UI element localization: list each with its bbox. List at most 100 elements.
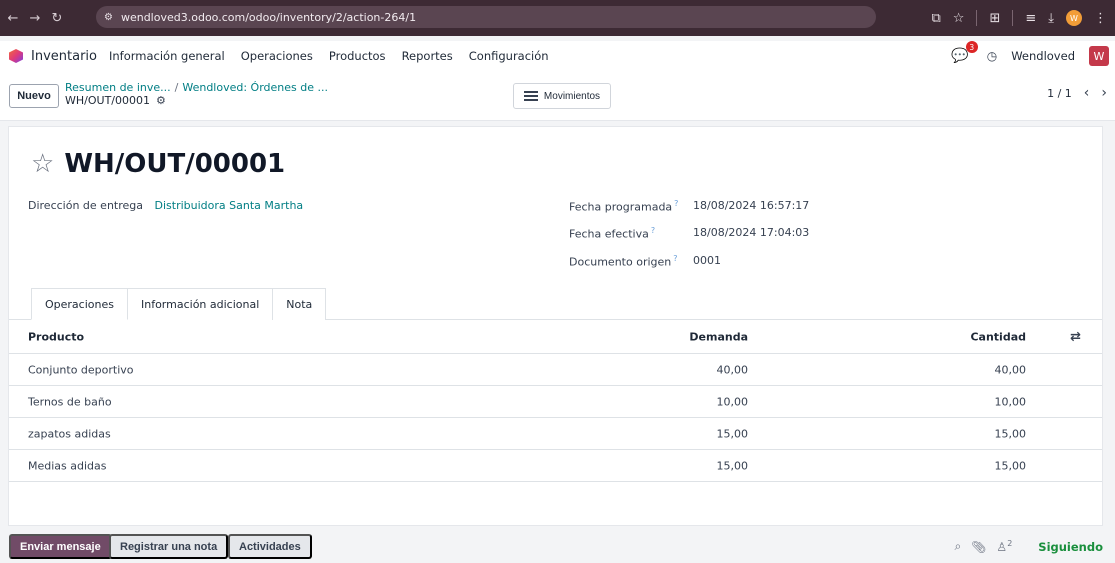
messaging-icon[interactable]: 💬 3 bbox=[951, 41, 978, 64]
table-header: Producto Demanda Cantidad ⇄ bbox=[9, 320, 1102, 354]
cell-demand: 10,00 bbox=[716, 395, 749, 408]
delivery-address-link[interactable]: Distribuidora Santa Martha bbox=[155, 199, 304, 212]
following-button[interactable]: Siguiendo bbox=[1038, 540, 1103, 554]
help-tooltip-icon[interactable]: ? bbox=[651, 226, 655, 235]
user-avatar[interactable]: W bbox=[1089, 46, 1109, 66]
table-row[interactable]: Ternos de baño 10,00 10,00 bbox=[9, 386, 1102, 418]
browser-toolbar: ← → ↻ ⚙ wendloved3.odoo.com/odoo/invento… bbox=[0, 0, 1115, 36]
download-icon[interactable]: ⤓ bbox=[1048, 11, 1054, 26]
effective-date-field: Fecha efectiva? bbox=[569, 226, 655, 241]
chevron-right-icon[interactable]: › bbox=[1101, 85, 1107, 101]
cell-quantity: 10,00 bbox=[994, 395, 1027, 408]
company-switcher[interactable]: Wendloved bbox=[1011, 49, 1075, 63]
scheduled-date-field: Fecha programada? bbox=[569, 199, 678, 214]
table-row[interactable]: Conjunto deportivo 40,00 40,00 bbox=[9, 354, 1102, 386]
app-name[interactable]: Inventario bbox=[31, 49, 97, 64]
url-text: wendloved3.odoo.com/odoo/inventory/2/act… bbox=[120, 10, 417, 24]
scheduled-date-value[interactable]: 18/08/2024 16:57:17 bbox=[693, 199, 809, 212]
page-title: WH/OUT/00001 bbox=[64, 149, 286, 179]
favorite-star-icon[interactable]: ☆ bbox=[31, 151, 54, 177]
tab-additional-info[interactable]: Información adicional bbox=[126, 288, 274, 320]
more-menu-icon[interactable]: ⋮ bbox=[1094, 11, 1107, 26]
browser-nav: ← → ↻ bbox=[2, 11, 68, 26]
cell-demand: 15,00 bbox=[716, 427, 749, 440]
main-menu: Información general Operaciones Producto… bbox=[109, 49, 549, 63]
cell-product: Conjunto deportivo bbox=[28, 363, 134, 376]
browser-actions: ⧉ ☆ ⊞ ≡ ⤓ W ⋮ bbox=[931, 0, 1115, 36]
list-icon bbox=[523, 91, 538, 101]
operations-table: Producto Demanda Cantidad ⇄ Conjunto dep… bbox=[9, 320, 1102, 482]
tab-note[interactable]: Nota bbox=[272, 288, 327, 320]
reload-icon[interactable]: ↻ bbox=[46, 11, 68, 26]
profile-avatar[interactable]: W bbox=[1066, 10, 1082, 26]
help-tooltip-icon[interactable]: ? bbox=[673, 254, 677, 263]
followers-button[interactable]: ♙2 bbox=[996, 539, 1012, 554]
origin-document-label: Documento origen bbox=[569, 255, 672, 269]
table-row[interactable]: zapatos adidas 15,00 15,00 bbox=[9, 418, 1102, 450]
chatter-tools: ⌕ 📎︎ ♙2 Siguiendo bbox=[954, 534, 1103, 559]
origin-document-field: Documento origen? bbox=[569, 254, 678, 269]
current-record-name: WH/OUT/00001 bbox=[65, 94, 150, 107]
scheduled-date-label: Fecha programada bbox=[569, 200, 673, 214]
person-icon: ♙ bbox=[996, 540, 1008, 554]
back-icon[interactable]: ← bbox=[2, 11, 24, 26]
message-count-badge: 3 bbox=[965, 41, 978, 53]
menu-item-configuration[interactable]: Configuración bbox=[469, 49, 549, 63]
activity-clock-icon[interactable]: ◷ bbox=[987, 49, 997, 63]
effective-date-text: 18/08/2024 17:04:03 bbox=[693, 226, 810, 239]
title-row: ☆ WH/OUT/00001 bbox=[31, 149, 285, 179]
chevron-left-icon[interactable]: ‹ bbox=[1084, 85, 1090, 101]
menu-item-operations[interactable]: Operaciones bbox=[241, 49, 313, 63]
cell-product: Medias adidas bbox=[28, 459, 107, 472]
help-tooltip-icon[interactable]: ? bbox=[674, 199, 678, 208]
breadcrumb-item-summary[interactable]: Resumen de inve... bbox=[65, 81, 171, 94]
moves-button[interactable]: Movimientos bbox=[513, 83, 611, 109]
tab-operations[interactable]: Operaciones bbox=[31, 288, 128, 320]
origin-document-text: 0001 bbox=[693, 254, 721, 267]
delivery-address-label: Dirección de entrega bbox=[28, 199, 143, 212]
search-icon[interactable]: ⌕ bbox=[954, 539, 961, 554]
menu-item-products[interactable]: Productos bbox=[329, 49, 386, 63]
chatter-bar: Enviar mensaje Registrar una nota Activi… bbox=[0, 530, 1115, 563]
form-sheet: ☆ WH/OUT/00001 Dirección de entrega Dist… bbox=[8, 126, 1103, 526]
odoo-navbar: Inventario Información general Operacion… bbox=[0, 41, 1115, 71]
breadcrumb-separator: / bbox=[174, 81, 179, 94]
bookmark-star-icon[interactable]: ☆ bbox=[953, 11, 965, 26]
cell-quantity: 40,00 bbox=[994, 363, 1027, 376]
table-row[interactable]: Medias adidas 15,00 15,00 bbox=[9, 450, 1102, 482]
origin-document-value[interactable]: 0001 bbox=[693, 254, 721, 267]
column-header-demand[interactable]: Demanda bbox=[689, 330, 748, 343]
forward-icon[interactable]: → bbox=[24, 11, 46, 26]
optional-columns-icon[interactable]: ⇄ bbox=[1070, 329, 1081, 344]
new-button[interactable]: Nuevo bbox=[9, 84, 59, 108]
activities-button[interactable]: Actividades bbox=[228, 534, 312, 559]
extensions-icon[interactable]: ⊞ bbox=[989, 11, 1000, 26]
effective-date-label: Fecha efectiva bbox=[569, 227, 649, 241]
media-icon[interactable]: ≡ bbox=[1025, 11, 1036, 26]
delivery-address-field: Dirección de entrega Distribuidora Santa… bbox=[28, 199, 303, 212]
cell-product: zapatos adidas bbox=[28, 427, 111, 440]
site-settings-icon[interactable]: ⚙ bbox=[104, 12, 113, 23]
menu-item-reports[interactable]: Reportes bbox=[402, 49, 453, 63]
moves-label: Movimientos bbox=[543, 90, 601, 102]
cast-icon[interactable]: ⧉ bbox=[931, 11, 940, 26]
column-header-quantity[interactable]: Cantidad bbox=[970, 330, 1026, 343]
cell-product: Ternos de baño bbox=[28, 395, 112, 408]
cell-demand: 15,00 bbox=[716, 459, 749, 472]
followers-count: 2 bbox=[1007, 539, 1013, 548]
paperclip-icon[interactable]: 📎︎ bbox=[971, 540, 986, 554]
column-header-product[interactable]: Producto bbox=[28, 330, 84, 343]
pager-value[interactable]: 1 / 1 bbox=[1047, 87, 1072, 100]
breadcrumb: Resumen de inve... / Wendloved: Órdenes de… bbox=[65, 81, 328, 107]
address-bar[interactable]: ⚙ wendloved3.odoo.com/odoo/inventory/2/a… bbox=[96, 6, 876, 28]
pager: 1 / 1 ‹ › bbox=[1047, 85, 1107, 101]
cell-quantity: 15,00 bbox=[994, 427, 1027, 440]
effective-date-value: 18/08/2024 17:04:03 bbox=[693, 226, 809, 239]
divider bbox=[976, 10, 978, 26]
send-message-button[interactable]: Enviar mensaje bbox=[9, 534, 112, 559]
inventory-app-icon[interactable] bbox=[9, 49, 23, 63]
breadcrumb-item-orders[interactable]: Wendloved: Órdenes de ... bbox=[182, 81, 328, 94]
gear-icon[interactable]: ⚙ bbox=[156, 94, 166, 107]
menu-item-overview[interactable]: Información general bbox=[109, 49, 225, 63]
log-note-button[interactable]: Registrar una nota bbox=[109, 534, 229, 559]
